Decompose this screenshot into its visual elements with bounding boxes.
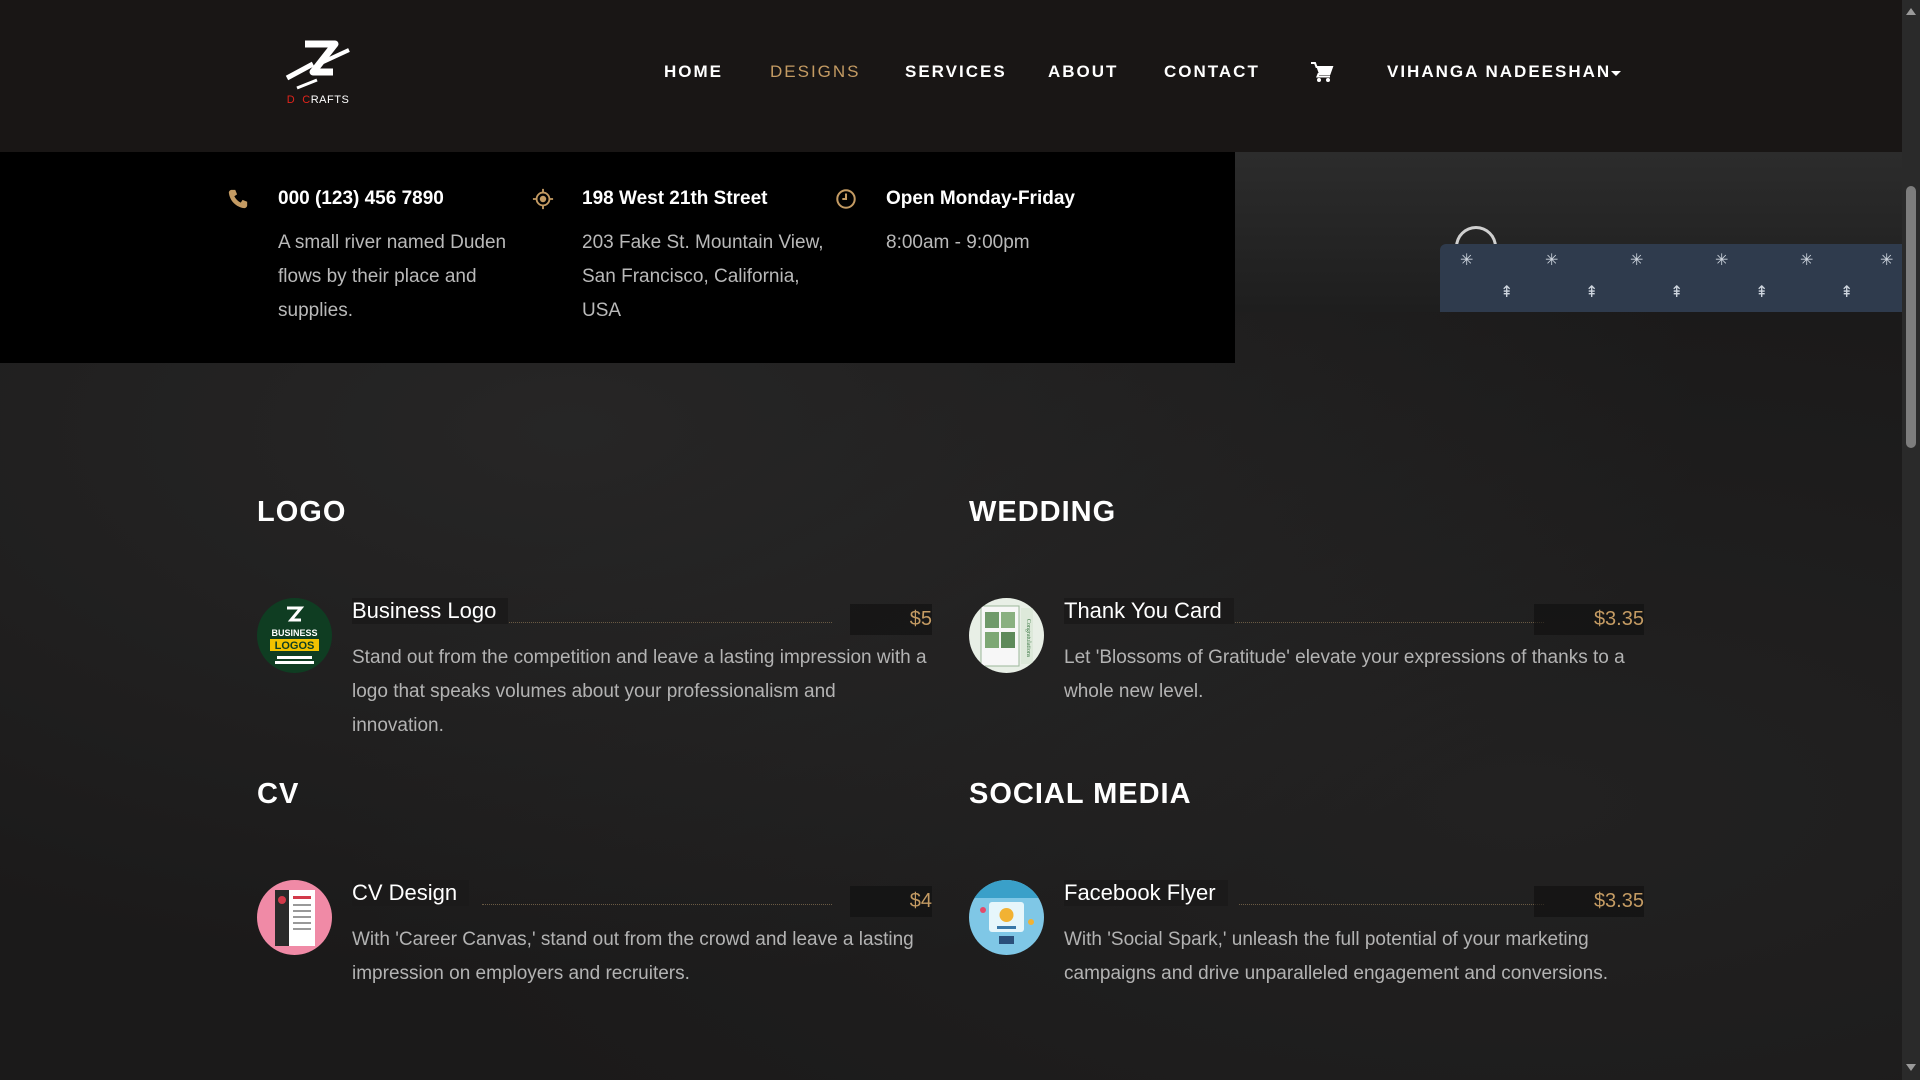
address-description: 203 Fake St. Mountain View, San Francisco… <box>582 232 824 321</box>
svg-text:Congratulations: Congratulations <box>1025 619 1031 658</box>
item-description: With 'Social Spark,' unleash the full po… <box>1064 929 1608 984</box>
phone-icon <box>228 189 248 209</box>
user-menu[interactable]: VIHANGA NADEESHAN <box>1387 62 1611 82</box>
clock-icon <box>836 189 856 209</box>
scroll-up-arrow[interactable] <box>1906 8 1916 15</box>
dc-logo-icon <box>285 40 350 90</box>
hours-description: 8:00am - 9:00pm <box>886 232 1030 253</box>
phone-number[interactable]: 000 (123) 456 7890 <box>278 188 444 210</box>
brand-wordmark: D CRAFTS <box>286 94 350 106</box>
item-name: Thank You Card <box>1064 598 1234 624</box>
section-title-wedding: WEDDING <box>969 496 1117 528</box>
item-description: Let 'Blossoms of Gratitude' elevate your… <box>1064 647 1625 702</box>
nav-about[interactable]: ABOUT <box>1048 62 1118 82</box>
decor-fabric: ✳ ✳ ✳ ✳ ✳ ✳ ⇞ ⇞ ⇞ ⇞ ⇞ <box>1440 244 1902 312</box>
brand-logo[interactable]: D CRAFTS <box>283 38 353 110</box>
site-header: D CRAFTS HOME DESIGNS SERVICES ABOUT CON… <box>0 0 1902 152</box>
contact-info-bar: 000 (123) 456 7890 A small river named D… <box>0 152 1235 363</box>
hero-background-image: ✳ ✳ ✳ ✳ ✳ ✳ ⇞ ⇞ ⇞ ⇞ ⇞ <box>1235 152 1902 312</box>
item-name: Facebook Flyer <box>1064 880 1228 906</box>
dotted-leader <box>1239 904 1544 905</box>
item-description: Stand out from the competition and leave… <box>352 647 927 736</box>
nav-home[interactable]: HOME <box>664 62 723 82</box>
svg-text:BUSINESS: BUSINESS <box>271 628 317 638</box>
chevron-down-icon[interactable] <box>1611 71 1621 76</box>
item-price: $3.35 <box>1533 886 1644 917</box>
cart-icon[interactable] <box>1310 60 1334 84</box>
nav-designs[interactable]: DESIGNS <box>770 62 861 82</box>
scroll-down-arrow[interactable] <box>1906 1064 1916 1071</box>
hours-title: Open Monday-Friday <box>886 188 1075 209</box>
cv-design-thumbnail <box>257 880 332 955</box>
item-name: CV Design <box>352 880 470 906</box>
business-logo-thumbnail: BUSINESS LOGOS <box>257 598 332 673</box>
item-description: With 'Career Canvas,' stand out from the… <box>352 929 914 984</box>
phone-description: A small river named Duden flows by their … <box>278 232 507 321</box>
address-title: 198 West 21th Street <box>582 188 768 209</box>
item-price: $3.35 <box>1533 604 1644 635</box>
item-price: $4 <box>849 886 932 917</box>
thank-you-card-thumbnail: Congratulations <box>969 598 1044 673</box>
section-title-social-media: SOCIAL MEDIA <box>969 778 1192 810</box>
item-price: $5 <box>849 604 932 635</box>
section-title-cv: CV <box>257 778 300 810</box>
vertical-scrollbar[interactable] <box>1902 0 1920 1080</box>
nav-services[interactable]: SERVICES <box>905 62 1007 82</box>
svg-text:LOGOS: LOGOS <box>275 640 315 652</box>
nav-contact[interactable]: CONTACT <box>1164 62 1260 82</box>
facebook-flyer-thumbnail <box>969 880 1044 955</box>
location-icon <box>532 188 554 210</box>
section-title-logo: LOGO <box>257 496 347 528</box>
item-name: Business Logo <box>352 598 509 624</box>
dotted-leader <box>482 904 832 905</box>
scrollbar-thumb[interactable] <box>1906 186 1916 448</box>
